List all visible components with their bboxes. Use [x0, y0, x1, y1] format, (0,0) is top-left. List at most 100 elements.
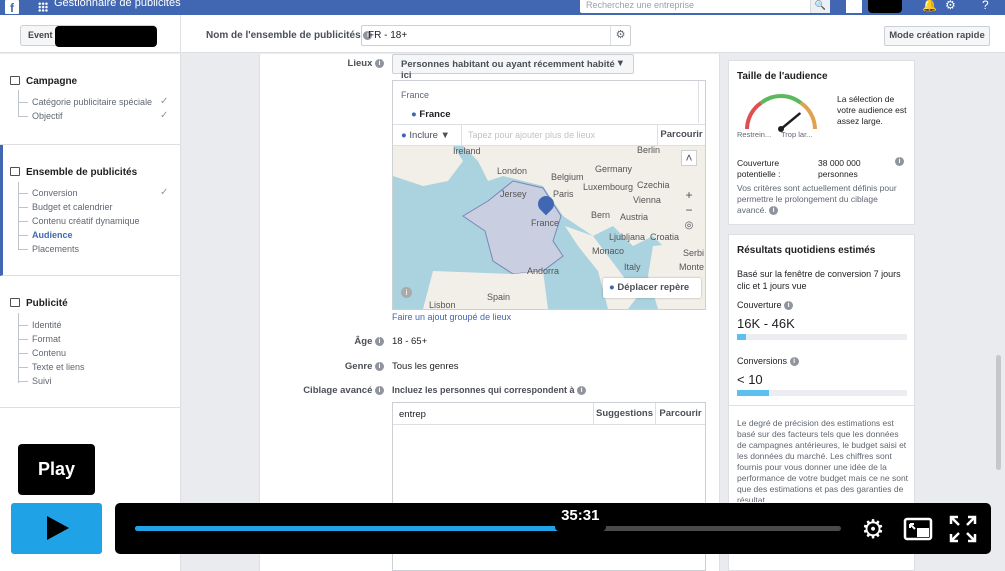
sidebar-item-content[interactable]: Contenu [18, 348, 66, 358]
info-icon[interactable]: i [375, 362, 384, 371]
info-icon[interactable]: i [769, 206, 779, 215]
detailed-targeting-label: Ciblage avancé i [280, 385, 384, 396]
map-label-ljubljana: Ljubljana [609, 232, 646, 242]
check-icon: ✓ [160, 96, 169, 107]
adset-name-input[interactable]: FR - 18+ ⚙ [361, 25, 631, 46]
info-icon[interactable]: i [401, 287, 412, 298]
map-label-andorra: Andorra [527, 266, 560, 276]
fullscreen-icon[interactable] [947, 513, 979, 545]
locations-label-text: Lieux [347, 58, 373, 69]
sidebar-item-placements[interactable]: Placements [18, 244, 79, 254]
location-scrollbar[interactable] [698, 81, 699, 123]
search-placeholder: Recherchez une entreprise [586, 0, 695, 10]
audience-note-text: Vos critères sont actuellement définis p… [737, 183, 897, 215]
info-icon[interactable]: i [784, 301, 794, 310]
adset-name-label-text: Nom de l'ensemble de publicités [206, 30, 361, 41]
account-box[interactable] [846, 0, 862, 13]
reach-label: Couverture potentielle : [737, 158, 781, 179]
picture-in-picture-icon[interactable] [902, 513, 934, 545]
location-item-text: France [419, 109, 451, 120]
targeting-search-input[interactable]: entrep Suggestions Parcourir [393, 403, 705, 425]
check-icon: ✓ [160, 110, 169, 121]
location-map[interactable]: Ireland Berlin Germany London Belgium Je… [393, 146, 705, 309]
gear-icon[interactable]: ⚙ [857, 513, 889, 545]
audience-gauge [745, 93, 817, 132]
caret-down-icon: ▼ [615, 58, 625, 69]
sidebar-item-conversion[interactable]: Conversion [18, 188, 78, 198]
coverage-label-text: Couverture [737, 300, 782, 310]
app-title[interactable]: Gestionnaire de publicités [54, 0, 181, 9]
business-search-input[interactable]: Recherchez une entreprise 🔍 [580, 0, 830, 13]
sidebar-item-text-links[interactable]: Texte et liens [18, 362, 85, 372]
age-label-text: Âge [354, 336, 373, 347]
collapse-map-icon[interactable]: ˄ [681, 150, 697, 166]
map-label-paris: Paris [553, 189, 574, 199]
age-range-selector[interactable]: 18 - 65+ [392, 336, 427, 347]
sidebar-item-budget[interactable]: Budget et calendrier [18, 202, 113, 212]
info-icon[interactable]: i [375, 337, 384, 346]
location-type-dropdown[interactable]: Personnes habitant ou ayant récemment ha… [392, 54, 634, 81]
bulk-add-locations-link[interactable]: Faire un ajout groupé de lieux [392, 312, 511, 322]
sidebar-item-audience[interactable]: Audience [18, 230, 73, 240]
sidebar-item-tracking[interactable]: Suivi [18, 376, 52, 386]
campaign-chip[interactable]: Event [20, 25, 157, 47]
map-label-monaco: Monaco [592, 246, 625, 256]
magnifier-icon[interactable]: 🔍 [810, 0, 830, 13]
help-icon[interactable]: ? [982, 0, 989, 12]
locate-icon[interactable]: ◎ [681, 220, 697, 231]
sidebar-item-objective[interactable]: Objectif [18, 111, 63, 121]
sidebar-item-identity[interactable]: Identité [18, 320, 62, 330]
map-label-berlin: Berlin [637, 146, 661, 155]
conversions-label: Conversions i [737, 356, 799, 367]
gender-label-text: Genre [344, 361, 373, 372]
play-button[interactable] [11, 503, 102, 554]
move-pin-button[interactable]: ● Déplacer repère [603, 278, 701, 298]
quick-creation-button[interactable]: Mode création rapide [884, 26, 990, 46]
location-search-input[interactable]: Tapez pour ajouter plus de lieux [461, 125, 657, 145]
map-label-spain: Spain [487, 292, 511, 302]
location-item[interactable]: ● France [411, 109, 451, 120]
video-progress-fill [135, 526, 580, 531]
info-icon[interactable]: i [895, 157, 904, 166]
gauge-right-label: Trop lar... [781, 130, 813, 139]
info-icon[interactable]: i [577, 386, 587, 395]
browse-targeting-button[interactable]: Parcourir [655, 403, 705, 424]
video-progress-bar[interactable]: 35:31 [135, 503, 841, 531]
grid-icon [10, 167, 20, 176]
sidebar-item-dynamic-creative[interactable]: Contenu créatif dynamique [18, 216, 140, 226]
map-label-ireland: Ireland [453, 146, 481, 156]
gender-selector[interactable]: Tous les genres [392, 361, 459, 372]
page-scrollbar[interactable] [996, 355, 1001, 470]
top-bar: f Gestionnaire de publicités Recherchez … [0, 0, 1005, 15]
sidebar-item-special-category[interactable]: Catégorie publicitaire spéciale [18, 97, 152, 107]
sidebar-section-title[interactable]: Campagne [10, 76, 77, 87]
info-icon[interactable]: i [789, 357, 799, 366]
info-icon[interactable]: i [375, 59, 384, 68]
sidebar-item-format[interactable]: Format [18, 334, 61, 344]
location-box: France ● France ● Inclure ▼ Tapez pour a… [392, 80, 706, 310]
pin-icon: ● [411, 109, 417, 120]
browse-locations-button[interactable]: Parcourir [657, 125, 705, 145]
info-icon[interactable]: i [375, 386, 384, 395]
divider [729, 405, 914, 406]
map-label-jersey: Jersey [500, 189, 527, 199]
gear-icon[interactable]: ⚙ [945, 0, 956, 12]
zoom-in-icon[interactable]: + [681, 188, 697, 202]
include-dropdown[interactable]: ● Inclure ▼ [401, 130, 450, 141]
bell-icon[interactable]: 🔔 [922, 0, 937, 12]
coverage-label: Couverture i [737, 300, 794, 311]
divider [180, 15, 181, 53]
map-label-bern: Bern [591, 210, 611, 220]
sidebar-section-campaign: Campagne Catégorie publicitaire spéciale… [0, 54, 181, 145]
audience-size-card: Taille de l'audience Restrein... Trop la… [728, 60, 915, 225]
editor-header: Event Nom de l'ensemble de publicités i … [0, 15, 1005, 53]
event-label: Event [28, 30, 53, 40]
sidebar-section-title[interactable]: Ensemble de publicités [10, 167, 137, 178]
apps-grid-icon[interactable] [38, 2, 48, 12]
facebook-logo-icon[interactable]: f [5, 0, 19, 15]
sidebar-section-title[interactable]: Publicité [10, 298, 68, 309]
zoom-out-icon[interactable]: − [681, 203, 697, 217]
locations-label: Lieux i [300, 58, 384, 69]
gear-icon[interactable]: ⚙ [610, 26, 630, 45]
suggestions-button[interactable]: Suggestions [593, 403, 655, 424]
